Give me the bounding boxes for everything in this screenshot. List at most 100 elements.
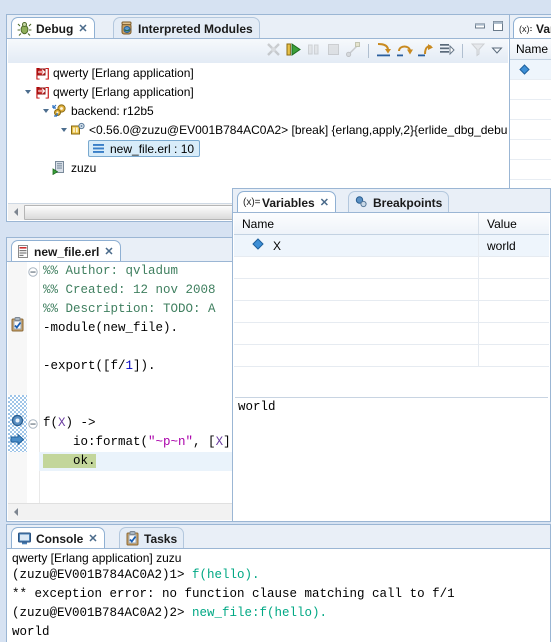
drop-to-frame-icon[interactable] <box>438 41 456 61</box>
background-variables-column-header[interactable]: Name <box>510 39 551 60</box>
variables-view: (x)= Variables ✕ Breakpoints Name Value <box>232 188 551 522</box>
tab-label: Console <box>36 531 84 546</box>
background-variables-row[interactable] <box>510 160 551 180</box>
debug-tree-item[interactable]: zuzu <box>8 158 508 177</box>
background-variables-row[interactable] <box>510 80 551 100</box>
table-row[interactable]: Xworld <box>234 235 549 257</box>
code-token: -module(new_file). <box>43 321 179 335</box>
chevron-down-icon[interactable] <box>22 82 34 101</box>
console-line: (zuzu@EV001B784AC0A2)2> new_file:f(hello… <box>8 604 549 623</box>
twisty-placeholder <box>76 139 88 158</box>
tab-interpreted-modules[interactable]: Interpreted Modules <box>113 17 260 39</box>
close-icon[interactable]: ✕ <box>104 245 113 258</box>
column-header-value[interactable]: Value <box>479 213 549 234</box>
background-variables-row[interactable] <box>510 100 551 120</box>
tree-item-label: qwerty [Erlang application] <box>53 84 194 99</box>
debug-tree-item[interactable]: <0.56.0@zuzu@EV001B784AC0A2> [break] {er… <box>8 120 508 139</box>
tab-console[interactable]: Console ✕ <box>11 527 105 549</box>
column-header-name[interactable]: Name <box>234 213 479 234</box>
tree-item-content: []qwerty [Erlang application] <box>34 84 194 101</box>
chevron-down-icon[interactable] <box>58 120 70 139</box>
tab-tasks[interactable]: Tasks <box>119 527 185 549</box>
tree-item-label: <0.56.0@zuzu@EV001B784AC0A2> [break] {er… <box>89 122 508 137</box>
debug-stack-tree[interactable]: []qwerty [Erlang application][]qwerty [E… <box>8 63 508 203</box>
backend-icon <box>52 103 67 118</box>
debug-toolbar <box>8 39 508 64</box>
fold-collapse-icon[interactable] <box>28 418 38 429</box>
console-icon <box>17 531 32 546</box>
background-variables-row[interactable] <box>510 60 551 80</box>
tab-label: Variables <box>262 195 315 210</box>
scroll-left-icon[interactable] <box>8 505 23 520</box>
debug-tree-item[interactable]: backend: r12b5 <box>8 101 508 120</box>
console-token: new_file:f(hello). <box>192 606 328 620</box>
todo-task-marker-icon[interactable] <box>10 317 25 332</box>
console-view: Console ✕ Tasks qwerty [Erlang applicati… <box>6 524 551 642</box>
minimize-button[interactable] <box>473 19 487 36</box>
editor-vertical-ruler[interactable] <box>8 262 28 504</box>
variable-name-cell <box>234 345 479 366</box>
background-variables-row[interactable] <box>510 140 551 160</box>
variables-body: Name Value Xworld world <box>234 213 549 520</box>
tab-variables-background[interactable]: (x)= Var <box>513 17 551 39</box>
tab-breakpoints[interactable]: Breakpoints <box>348 191 450 213</box>
scroll-left-icon[interactable] <box>8 205 23 220</box>
console-token: (zuzu@EV001B784AC0A2)1> <box>12 568 193 582</box>
variables-rows: Xworld <box>234 235 549 367</box>
code-token: -> <box>80 416 96 430</box>
tab-variables[interactable]: (x)= Variables ✕ <box>237 191 336 213</box>
variable-name-cell <box>234 323 479 344</box>
maximize-button[interactable] <box>491 19 505 36</box>
variables-detail-pane[interactable]: world <box>235 397 548 519</box>
tab-debug[interactable]: Debug ✕ <box>11 17 95 39</box>
tab-new-file-erl[interactable]: new_file.erl ✕ <box>11 240 121 262</box>
disconnect-icon <box>265 41 282 61</box>
debug-tree-item[interactable]: new_file.erl : 10 <box>8 139 508 158</box>
code-token: %% Author: qvladum <box>43 264 179 278</box>
table-row[interactable] <box>234 345 549 367</box>
console-process-label: qwerty [Erlang application] zuzu <box>12 551 182 565</box>
table-row[interactable] <box>234 257 549 279</box>
view-menu-icon[interactable] <box>490 43 504 60</box>
console-token: f(hello). <box>192 568 260 582</box>
resume-icon[interactable] <box>285 41 302 61</box>
terminate-icon <box>325 41 342 61</box>
table-row[interactable] <box>234 279 549 301</box>
code-token: ]). <box>133 359 156 373</box>
breakpoint-marker-icon[interactable] <box>11 414 24 427</box>
svg-text:(x)=: (x)= <box>519 24 532 34</box>
selected-stack-frame[interactable]: new_file.erl : 10 <box>88 140 201 157</box>
background-variables-row[interactable] <box>510 120 551 140</box>
close-icon[interactable]: ✕ <box>78 22 87 35</box>
console-process-icon <box>52 160 67 176</box>
debug-toolbar-icons <box>265 41 504 61</box>
step-over-icon[interactable] <box>396 41 414 61</box>
debug-tree-item[interactable]: []qwerty [Erlang application] <box>8 63 508 82</box>
debug-icon <box>17 21 32 36</box>
breakpoints-icon <box>354 195 369 210</box>
chevron-down-icon[interactable] <box>40 101 52 120</box>
console-output[interactable]: (zuzu@EV001B784AC0A2)1> f(hello). ** exce… <box>8 566 549 642</box>
fold-collapse-icon[interactable] <box>28 266 38 277</box>
close-icon[interactable]: ✕ <box>88 532 97 545</box>
table-row[interactable] <box>234 301 549 323</box>
debug-current-line-highlight: ok. <box>43 454 96 468</box>
close-icon[interactable]: ✕ <box>320 196 329 209</box>
code-token: f( <box>43 416 59 430</box>
twisty-placeholder <box>40 158 52 177</box>
process-icon <box>70 122 85 137</box>
erlang-file-icon <box>17 245 30 258</box>
terminated-launch-icon: [] <box>34 84 51 100</box>
debug-tree-item[interactable]: []qwerty [Erlang application] <box>8 82 508 101</box>
step-into-icon[interactable] <box>375 41 393 61</box>
variable-name-cell <box>234 279 479 300</box>
eclipse-workbench: (x)= Var Name world <box>0 0 551 642</box>
table-row[interactable] <box>234 323 549 345</box>
toolbar-separator <box>368 44 369 58</box>
tab-label: new_file.erl <box>34 244 100 259</box>
variables-icon: (x)= <box>519 22 535 35</box>
variable-value-cell <box>479 323 549 344</box>
step-return-icon[interactable] <box>417 41 435 61</box>
svg-text:(x)=: (x)= <box>243 197 260 208</box>
console-body[interactable]: qwerty [Erlang application] zuzu (zuzu@E… <box>8 549 549 642</box>
